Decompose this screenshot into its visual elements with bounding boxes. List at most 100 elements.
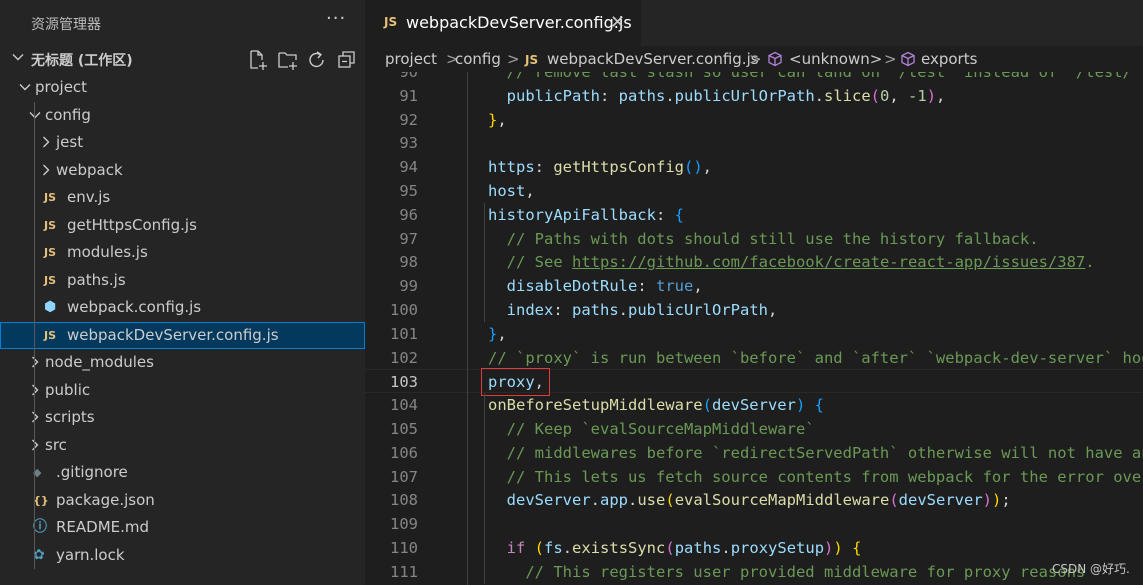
- code-text: if (fs.existsSync(paths.proxySetup)) {: [488, 539, 862, 557]
- line-number: 100: [390, 301, 418, 319]
- code-line: 104 onBeforeSetupMiddleware(devServer) {: [365, 393, 1143, 417]
- refresh-icon[interactable]: [306, 49, 328, 71]
- code-text: // This lets us fetch source contents fr…: [488, 467, 1143, 486]
- tree-item[interactable]: ⬢ webpack.config.js: [0, 294, 365, 321]
- code-text: index: paths.publicUrlOrPath,: [488, 301, 778, 319]
- tab-label: webpackDevServer.config.js: [406, 13, 632, 32]
- code-text: // Keep `evalSourceMapMiddleware`: [488, 420, 815, 438]
- highlight-box: [481, 368, 550, 397]
- js-file-icon: JS: [44, 328, 57, 342]
- chevron-down-icon[interactable]: [17, 79, 33, 95]
- tree-item-label: modules.js: [67, 243, 148, 261]
- tree-item[interactable]: ◆ .gitignore: [0, 459, 365, 486]
- tree-item[interactable]: scripts: [0, 404, 365, 431]
- webpack-file-icon: ⬢: [44, 299, 57, 315]
- chevron-right-icon[interactable]: [27, 354, 43, 370]
- line-number: 103: [390, 373, 418, 392]
- tree-item-label: project: [35, 78, 88, 96]
- code-line: 93: [365, 131, 1143, 155]
- close-icon[interactable]: ✕: [610, 12, 625, 33]
- more-actions-icon[interactable]: ···: [326, 8, 346, 29]
- tab-webpackdevserver-config[interactable]: JS webpackDevServer.config.js ✕: [365, 0, 641, 46]
- indent-guide: [484, 202, 485, 322]
- line-number: 97: [399, 229, 418, 248]
- code-line: 95 host,: [365, 179, 1143, 203]
- workspace-header[interactable]: 无标题 (工作区): [0, 46, 365, 72]
- js-file-icon: JS: [44, 273, 57, 287]
- tree-item-label: node_modules: [45, 353, 154, 371]
- line-number: 104: [390, 396, 418, 415]
- code-text: // Paths with dots should still use the …: [488, 229, 1039, 248]
- tree-item[interactable]: jest: [0, 129, 365, 156]
- tree-item[interactable]: JS webpackDevServer.config.js: [0, 321, 365, 349]
- code-text: // See https://github.com/facebook/creat…: [488, 253, 1095, 272]
- chevron-right-icon[interactable]: [27, 382, 43, 398]
- tree-item[interactable]: project: [0, 74, 365, 101]
- tree-item-label: .gitignore: [56, 463, 128, 481]
- js-file-icon: JS: [525, 53, 539, 67]
- tree-item[interactable]: node_modules: [0, 349, 365, 376]
- line-number: 95: [399, 182, 418, 200]
- code-line: 111 // This registers user provided midd…: [365, 560, 1143, 584]
- line-number: 99: [399, 277, 418, 296]
- new-file-icon[interactable]: [247, 49, 269, 71]
- code-line: 99 disableDotRule: true,: [365, 274, 1143, 298]
- code-line: 108 devServer.app.use(evalSourceMapMiddl…: [365, 488, 1143, 512]
- breadcrumb: project > config > JS webpackDevServer.c…: [365, 46, 1143, 72]
- tree-item[interactable]: ⓘ README.md: [0, 514, 365, 541]
- line-number: 106: [390, 443, 418, 462]
- tree-item-label: webpackDevServer.config.js: [67, 325, 279, 344]
- tree-item[interactable]: ✿ yarn.lock: [0, 542, 365, 569]
- line-number: 108: [390, 491, 418, 510]
- chevron-right-icon[interactable]: [38, 162, 54, 178]
- tree-item-label: public: [45, 380, 91, 399]
- tree-item-label: jest: [56, 133, 84, 151]
- breadcrumb-file[interactable]: webpackDevServer.config.js: [547, 50, 759, 68]
- collapse-all-icon[interactable]: [336, 49, 358, 71]
- new-folder-icon[interactable]: [277, 49, 299, 71]
- tree-item[interactable]: {} package.json: [0, 487, 365, 514]
- breadcrumb-config[interactable]: config: [455, 50, 501, 68]
- json-file-icon: {}: [33, 493, 49, 507]
- chevron-right-icon[interactable]: [27, 437, 43, 453]
- tab-bar: JS webpackDevServer.config.js ✕: [365, 0, 1143, 46]
- breadcrumb-exports[interactable]: exports: [921, 50, 977, 68]
- tree-item-label: src: [45, 435, 67, 454]
- tree-item-label: yarn.lock: [56, 545, 125, 564]
- line-number: 107: [390, 467, 418, 486]
- indent-guide: [484, 393, 485, 584]
- chevron-right-icon[interactable]: [27, 409, 43, 425]
- tree-item[interactable]: config: [0, 102, 365, 129]
- js-file-icon: JS: [44, 218, 57, 232]
- tree-item[interactable]: JS paths.js: [0, 267, 365, 294]
- watermark: CSDN @好巧.: [1052, 562, 1130, 576]
- code-text: // remove last slash so user can land on…: [488, 72, 1142, 81]
- tree-item[interactable]: JS getHttpsConfig.js: [0, 212, 365, 239]
- tree-item[interactable]: public: [0, 377, 365, 404]
- line-number: 110: [390, 539, 418, 557]
- tree-item[interactable]: src: [0, 432, 365, 459]
- code-text: publicPath: paths.publicUrlOrPath.slice(…: [488, 86, 946, 105]
- chevron-down-icon[interactable]: [27, 107, 43, 123]
- chevron-down-icon[interactable]: [10, 49, 26, 65]
- code-line: 107 // This lets us fetch source content…: [365, 465, 1143, 489]
- line-number: 109: [390, 515, 418, 534]
- tree-item[interactable]: JS modules.js: [0, 239, 365, 266]
- code-line: 110 if (fs.existsSync(paths.proxySetup))…: [365, 536, 1143, 560]
- tree-item-label: package.json: [56, 490, 155, 509]
- breadcrumb-project[interactable]: project: [385, 50, 437, 68]
- breadcrumb-separator: >: [507, 50, 520, 68]
- line-number: 105: [390, 420, 418, 438]
- tree-item-label: env.js: [67, 188, 111, 206]
- code-editor[interactable]: 90 // remove last slash so user can land…: [365, 72, 1143, 585]
- code-line: 106 // middlewares before `redirectServe…: [365, 441, 1143, 465]
- chevron-right-icon[interactable]: [38, 134, 54, 150]
- code-text: onBeforeSetupMiddleware(devServer) {: [488, 396, 825, 415]
- code-line: 90 // remove last slash so user can land…: [365, 72, 1143, 84]
- code-text: // This registers user provided middlewa…: [488, 562, 1086, 581]
- tree-item[interactable]: JS env.js: [0, 184, 365, 211]
- breadcrumb-unknown[interactable]: <unknown>: [789, 50, 882, 68]
- code-text: },: [488, 324, 507, 343]
- line-number: 98: [399, 253, 418, 272]
- tree-item[interactable]: webpack: [0, 157, 365, 184]
